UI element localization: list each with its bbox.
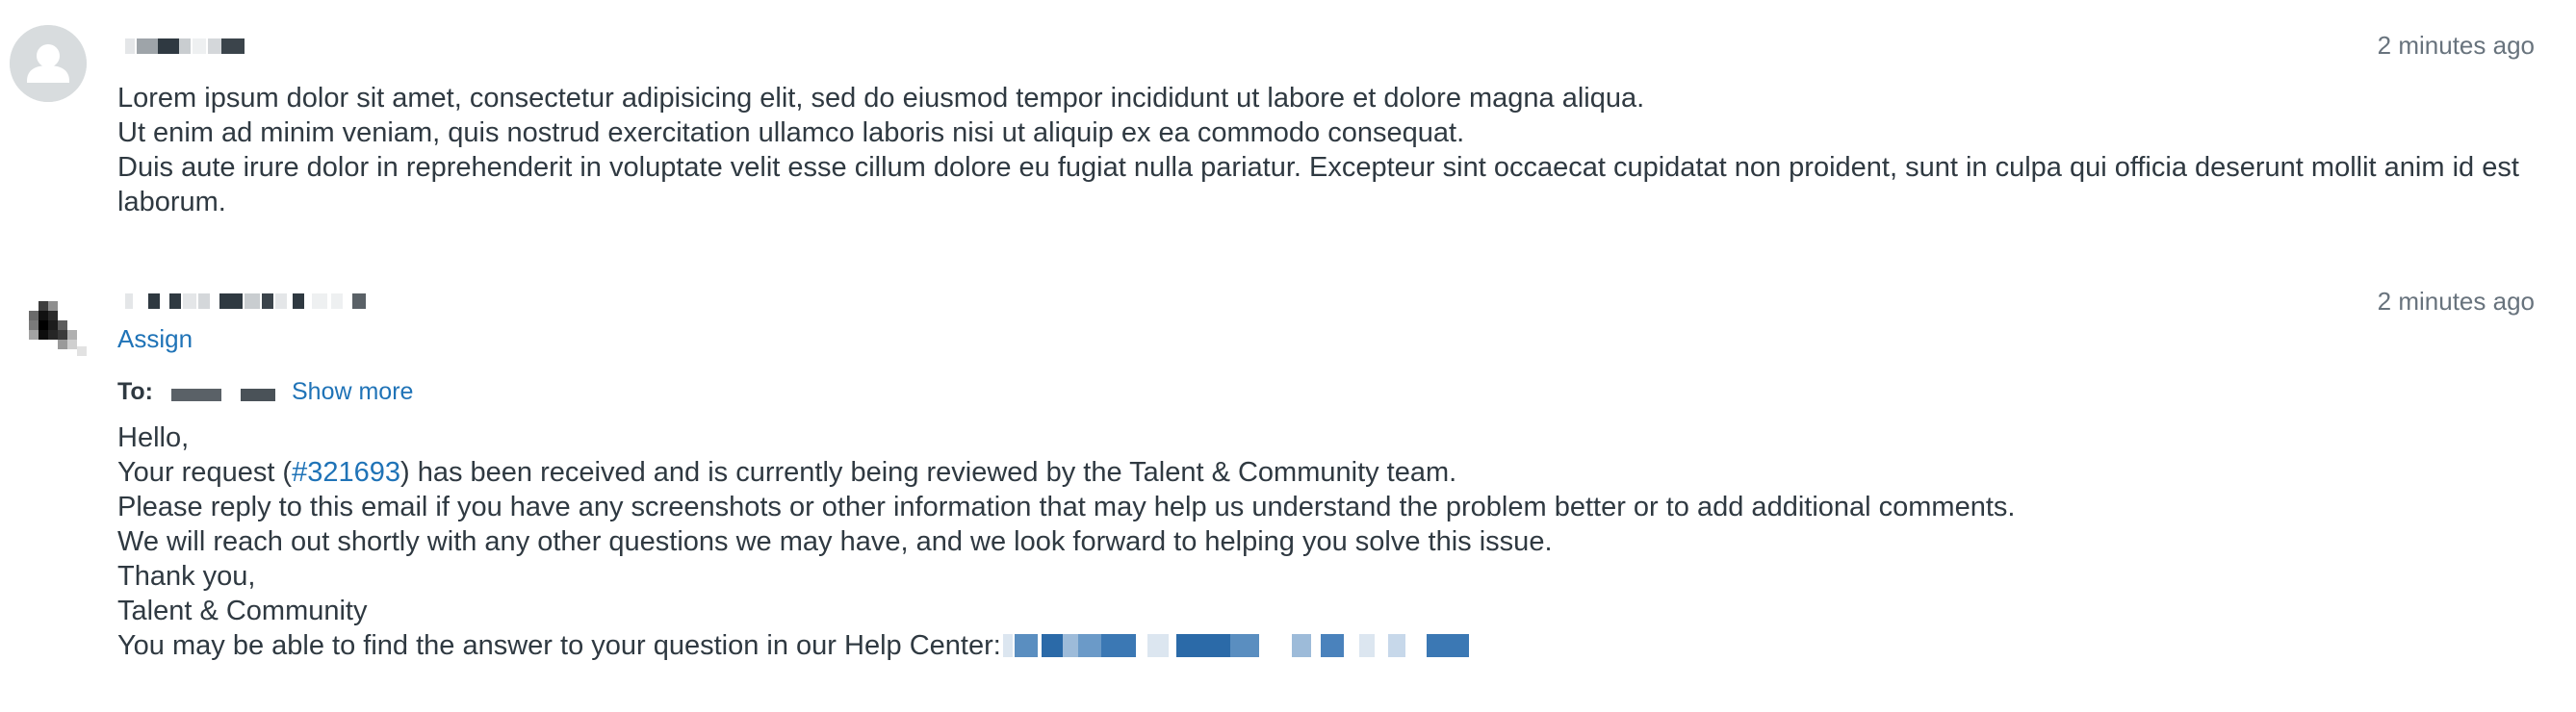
body-line: Duis aute irure dolor in reprehenderit i…	[117, 152, 2519, 217]
signature: Talent & Community	[117, 596, 368, 626]
greeting: Hello,	[117, 422, 190, 453]
to-label: To:	[117, 378, 154, 405]
assign-link[interactable]: Assign	[117, 324, 193, 354]
request-line: Your request (#321693) has been received…	[117, 455, 2428, 490]
author-name-redacted[interactable]	[125, 38, 260, 54]
show-more-link[interactable]: Show more	[292, 378, 413, 406]
comment-body: Hello, Your request (#321693) has been r…	[117, 420, 2428, 663]
help-center-line: You may be able to find the answer to yo…	[117, 628, 2428, 663]
default-avatar-icon	[10, 25, 87, 102]
author-name-redacted[interactable]	[125, 293, 414, 309]
comment-timestamp: 2 minutes ago	[2377, 31, 2535, 60]
help-center-link-redacted[interactable]	[1002, 634, 1470, 657]
sign-off: Thank you,	[117, 561, 256, 592]
help-center-text: You may be able to find the answer to yo…	[117, 630, 1001, 661]
body-line: Please reply to this email if you have a…	[117, 492, 2016, 522]
comment: 2 minutes ago Lorem ipsum dolor sit amet…	[0, 0, 2576, 250]
body-line: Lorem ipsum dolor sit amet, consectetur …	[117, 83, 1645, 114]
body-line: We will reach out shortly with any other…	[117, 526, 1553, 557]
ticket-link[interactable]: #321693	[292, 457, 400, 488]
comment: 2 minutes ago Assign To: Show more Hello…	[0, 255, 2576, 712]
comment-timestamp: 2 minutes ago	[2377, 287, 2535, 316]
request-prefix: Your request (	[117, 457, 293, 488]
recipients-row: To: Show more	[117, 376, 791, 409]
request-suffix: ) has been received and is currently bei…	[400, 457, 1457, 488]
comment-thread: 2 minutes ago Lorem ipsum dolor sit amet…	[0, 0, 2576, 712]
body-line: Ut enim ad minim veniam, quis nostrud ex…	[117, 117, 1465, 148]
recipient-redacted[interactable]	[241, 389, 275, 401]
comment-body: Lorem ipsum dolor sit amet, consectetur …	[117, 81, 2543, 219]
avatar	[29, 301, 87, 356]
recipient-redacted[interactable]	[171, 389, 221, 401]
